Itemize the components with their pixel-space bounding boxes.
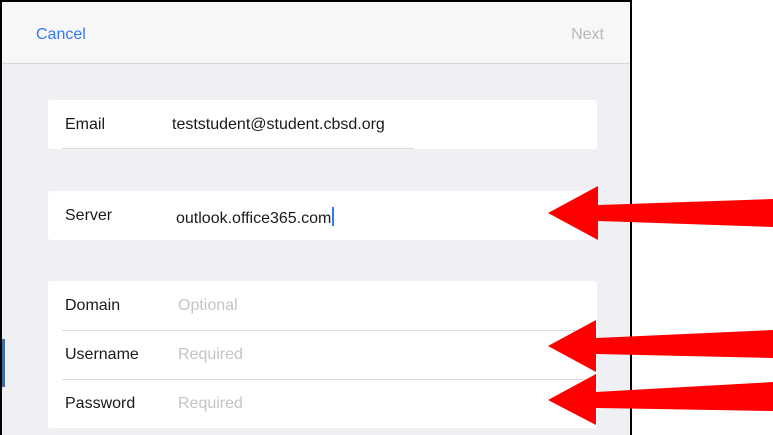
email-label: Email [65, 116, 106, 133]
text-cursor [332, 207, 335, 226]
username-field[interactable]: Required [178, 346, 243, 364]
domain-row[interactable]: Domain Optional [48, 281, 597, 330]
next-button[interactable]: Next [571, 26, 604, 44]
server-group: Server outlook.office365.com [48, 191, 597, 240]
email-group: Email teststudent@student.cbsd.org [48, 100, 597, 149]
username-label: Username [65, 346, 139, 363]
server-field[interactable]: outlook.office365.com [176, 207, 335, 228]
domain-label: Domain [65, 297, 121, 314]
divider [62, 148, 414, 149]
navigation-bar: Cancel Next [2, 2, 630, 64]
username-row[interactable]: Username Required [48, 330, 597, 379]
email-row[interactable]: Email teststudent@student.cbsd.org [48, 100, 597, 149]
password-label: Password [65, 395, 136, 412]
server-field-text: outlook.office365.com [176, 210, 332, 227]
password-arrow-icon [548, 374, 773, 425]
password-field[interactable]: Required [178, 395, 243, 413]
server-arrow-icon [548, 186, 773, 240]
edge-marker [2, 339, 5, 387]
credentials-group: Domain Optional Username Required Passwo… [48, 281, 597, 428]
domain-field[interactable]: Optional [178, 297, 238, 315]
email-field[interactable]: teststudent@student.cbsd.org [172, 116, 385, 134]
server-row[interactable]: Server outlook.office365.com [48, 191, 597, 240]
account-setup-screen: Cancel Next Email teststudent@student.cb… [0, 0, 632, 435]
server-label: Server [65, 207, 113, 224]
cancel-button[interactable]: Cancel [36, 26, 86, 44]
username-arrow-icon [548, 320, 773, 372]
password-row[interactable]: Password Required [48, 379, 597, 428]
